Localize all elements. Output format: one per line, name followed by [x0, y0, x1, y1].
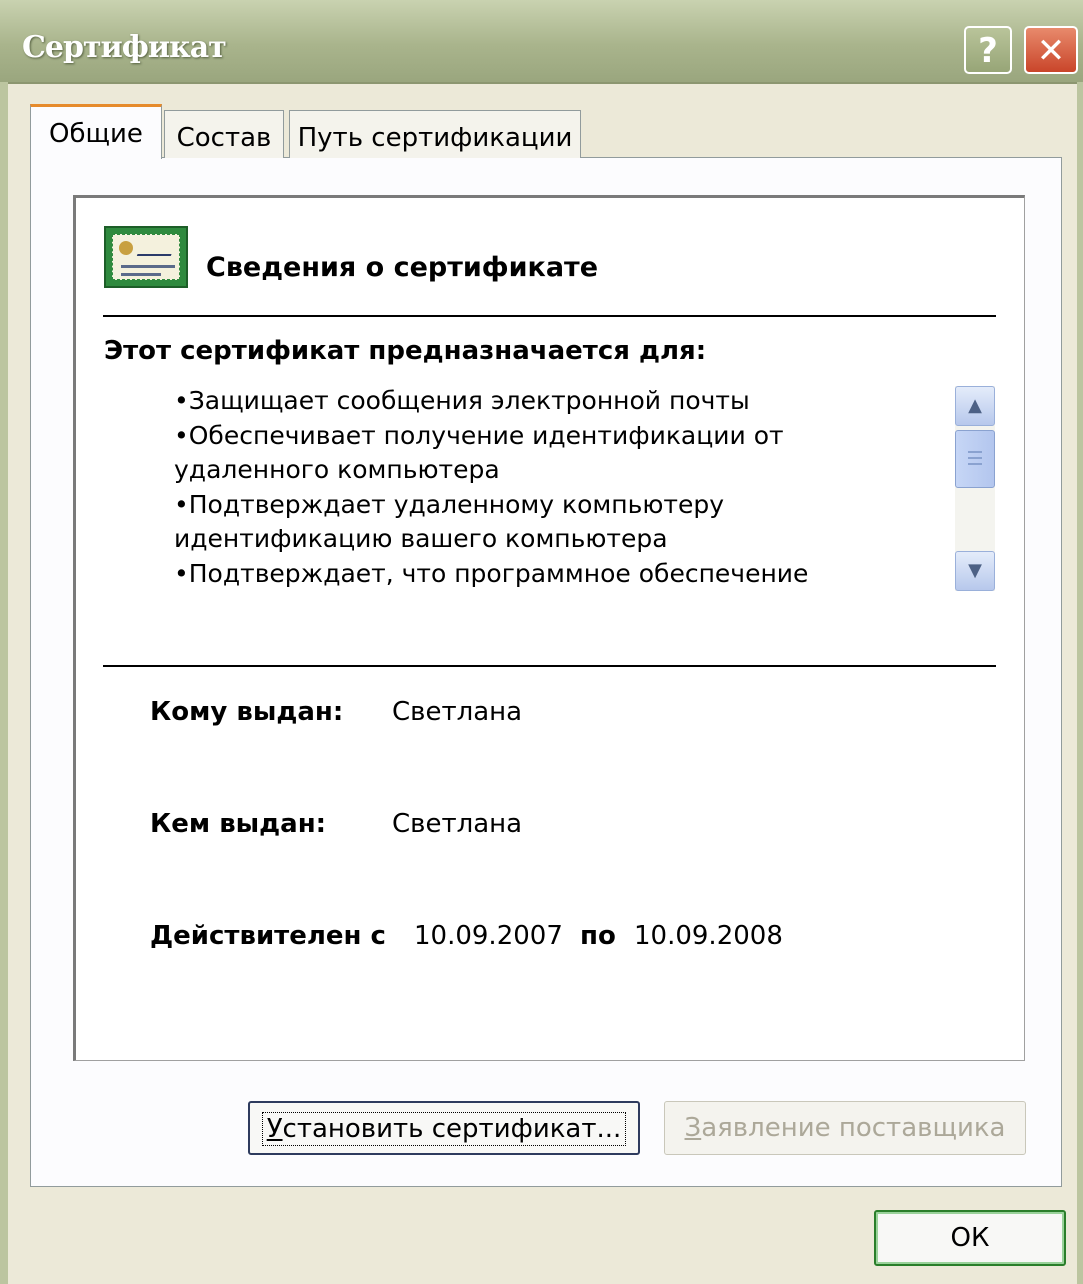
- divider-top: [103, 315, 996, 317]
- list-item: •Подтверждает удаленному компьютеру иден…: [174, 489, 725, 554]
- list-item: •Защищает сообщения электронной почты: [174, 386, 750, 415]
- issued-by-label: Кем выдан:: [150, 809, 327, 839]
- help-button[interactable]: ?: [964, 26, 1012, 74]
- valid-from-value: 10.09.2007: [414, 921, 563, 951]
- issued-by-value: Светлана: [392, 809, 523, 839]
- list-item: •Обеспечивает получение идентификации от…: [174, 420, 784, 485]
- issuer-statement-button[interactable]: Заявление поставщика: [664, 1101, 1026, 1155]
- list-item: •Подтверждает, что программное обеспечен…: [174, 558, 809, 588]
- divider-bottom: [103, 665, 996, 667]
- certificate-icon: [104, 226, 188, 288]
- scroll-thumb[interactable]: [955, 430, 995, 488]
- ok-button[interactable]: ОК: [874, 1210, 1066, 1266]
- scroll-down-button[interactable]: ▼: [955, 551, 995, 591]
- window-title: Сертификат: [22, 30, 227, 65]
- valid-from-label: Действителен с: [150, 921, 386, 951]
- scroll-up-button[interactable]: ▲: [955, 386, 995, 426]
- valid-to-label: по: [580, 921, 616, 951]
- tab-certification-path[interactable]: Путь сертификации: [289, 110, 581, 158]
- tab-details[interactable]: Состав: [164, 110, 284, 158]
- purposes-title: Этот сертификат предназначается для:: [104, 336, 707, 366]
- purposes-list: •Защищает сообщения электронной почты •О…: [174, 384, 914, 608]
- issued-to-label: Кому выдан:: [150, 697, 344, 727]
- certificate-info-heading: Сведения о сертификате: [206, 252, 599, 283]
- title-bar[interactable]: Сертификат ? ✕: [0, 0, 1083, 84]
- window-frame-left: [0, 82, 8, 1284]
- valid-to-value: 10.09.2008: [634, 921, 783, 951]
- window-frame-right: [1077, 82, 1083, 1284]
- install-certificate-button[interactable]: Установить сертификат...: [248, 1101, 640, 1155]
- tab-general[interactable]: Общие: [30, 104, 162, 159]
- certificate-dialog: Сертификат ? ✕ Общие Состав Путь сертифи…: [0, 0, 1083, 1284]
- issued-to-value: Светлана: [392, 697, 523, 727]
- close-button[interactable]: ✕: [1024, 26, 1078, 74]
